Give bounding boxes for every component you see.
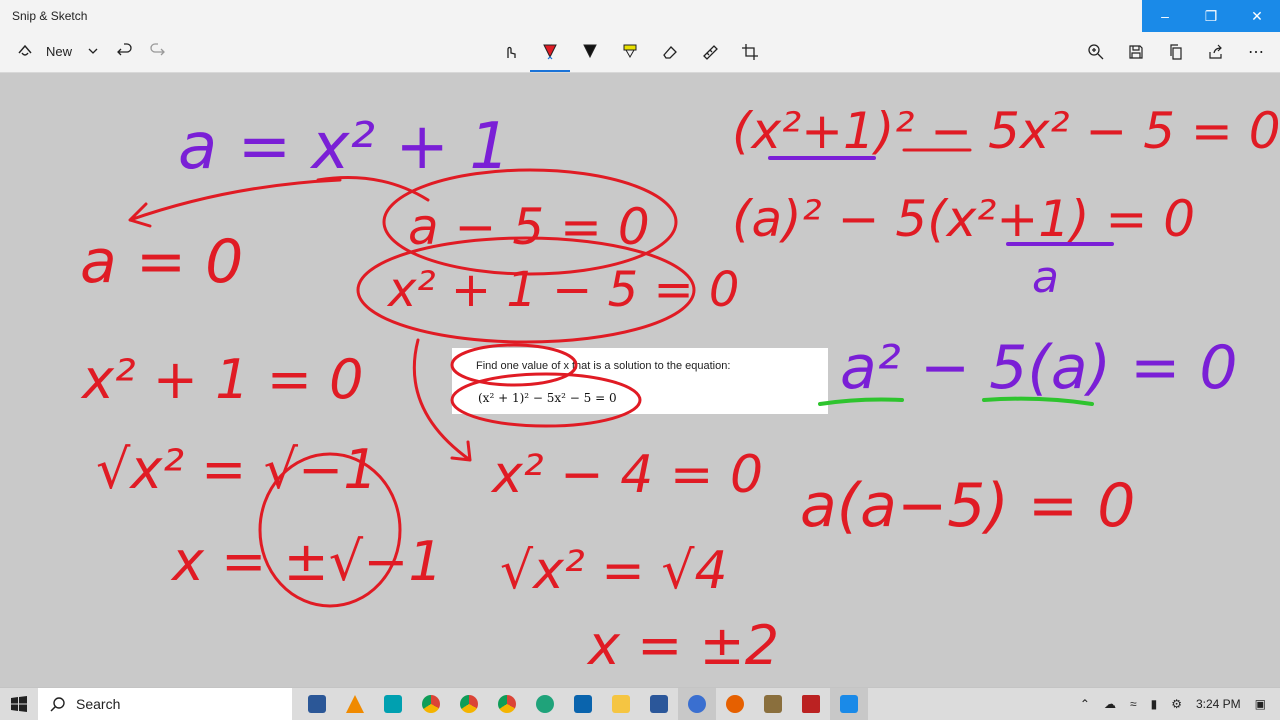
ink-arrow-3 xyxy=(412,338,472,462)
ink-left-low-3: x = ±√−1 xyxy=(170,530,443,593)
search-placeholder: Search xyxy=(76,696,121,712)
word-icon[interactable] xyxy=(640,688,678,720)
firefox-icon[interactable] xyxy=(716,688,754,720)
ink-center-low-1: x² − 4 = 0 xyxy=(490,445,763,505)
ink-left-low-1: x² + 1 = 0 xyxy=(80,348,363,411)
ink-circle-3 xyxy=(450,343,578,387)
chrome-2-icon[interactable] xyxy=(450,688,488,720)
search-icon xyxy=(50,697,65,712)
ink-right-2: (a)² − 5(x²+1) = 0 xyxy=(732,190,1195,248)
ink-sub-a: a xyxy=(1032,252,1059,303)
ink-a-equals-zero: a = 0 xyxy=(80,227,243,297)
taskbar-search[interactable]: Search xyxy=(38,688,292,720)
system-tray: ⌃ ☁ ≈ ▮ ⚙ 3:24 PM ▣ xyxy=(1080,688,1280,720)
taskbar-apps xyxy=(298,688,868,720)
sticky-notes-icon[interactable] xyxy=(374,688,412,720)
vlc-icon[interactable] xyxy=(336,688,374,720)
app-x-icon[interactable] xyxy=(792,688,830,720)
ink-center-2: x² + 1 − 5 = 0 xyxy=(386,262,739,318)
chrome-icon[interactable] xyxy=(412,688,450,720)
ink-center-low-3: x = ±2 xyxy=(586,614,779,677)
ink-top-left: a = x² + 1 xyxy=(178,110,510,184)
ink-center-1: a − 5 = 0 xyxy=(408,198,650,256)
snip-sketch-icon[interactable] xyxy=(830,688,868,720)
outlook-icon[interactable] xyxy=(564,688,602,720)
task-view-icon[interactable] xyxy=(298,688,336,720)
windows-start-icon[interactable] xyxy=(0,688,38,720)
clock-time[interactable]: 3:24 PM xyxy=(1196,697,1241,711)
ink-center-low-2: √x² = √4 xyxy=(500,541,728,601)
battery-icon[interactable]: ▮ xyxy=(1151,697,1158,711)
onedrive-icon[interactable]: ☁ xyxy=(1104,697,1116,711)
ink-left-low-2: √x² = √−1 xyxy=(96,438,378,501)
ink-arrow-2 xyxy=(128,178,342,228)
wifi-icon[interactable]: ≈ xyxy=(1130,697,1137,711)
settings-icon[interactable] xyxy=(678,688,716,720)
ink-right-mid: a² − 5(a) = 0 xyxy=(840,333,1238,403)
ink-right-low: a(a−5) = 0 xyxy=(800,471,1135,541)
file-explorer-icon[interactable] xyxy=(602,688,640,720)
chevron-up-icon[interactable]: ⌃ xyxy=(1080,697,1090,711)
photos-icon[interactable] xyxy=(754,688,792,720)
network-icon[interactable]: ⚙ xyxy=(1171,697,1182,711)
ink-right-1: (x²+1)² − 5x² − 5 = 0 xyxy=(732,102,1280,160)
ink-layer: a = x² + 1 a = 0 x² + 1 = 0 √x² = √−1 x … xyxy=(80,102,1280,677)
edge-icon[interactable] xyxy=(526,688,564,720)
notifications-icon[interactable]: ▣ xyxy=(1255,697,1266,711)
taskbar: Search ⌃ ☁ ≈ ▮ ⚙ 3:24 PM ▣ xyxy=(0,687,1280,720)
chrome-3-icon[interactable] xyxy=(488,688,526,720)
